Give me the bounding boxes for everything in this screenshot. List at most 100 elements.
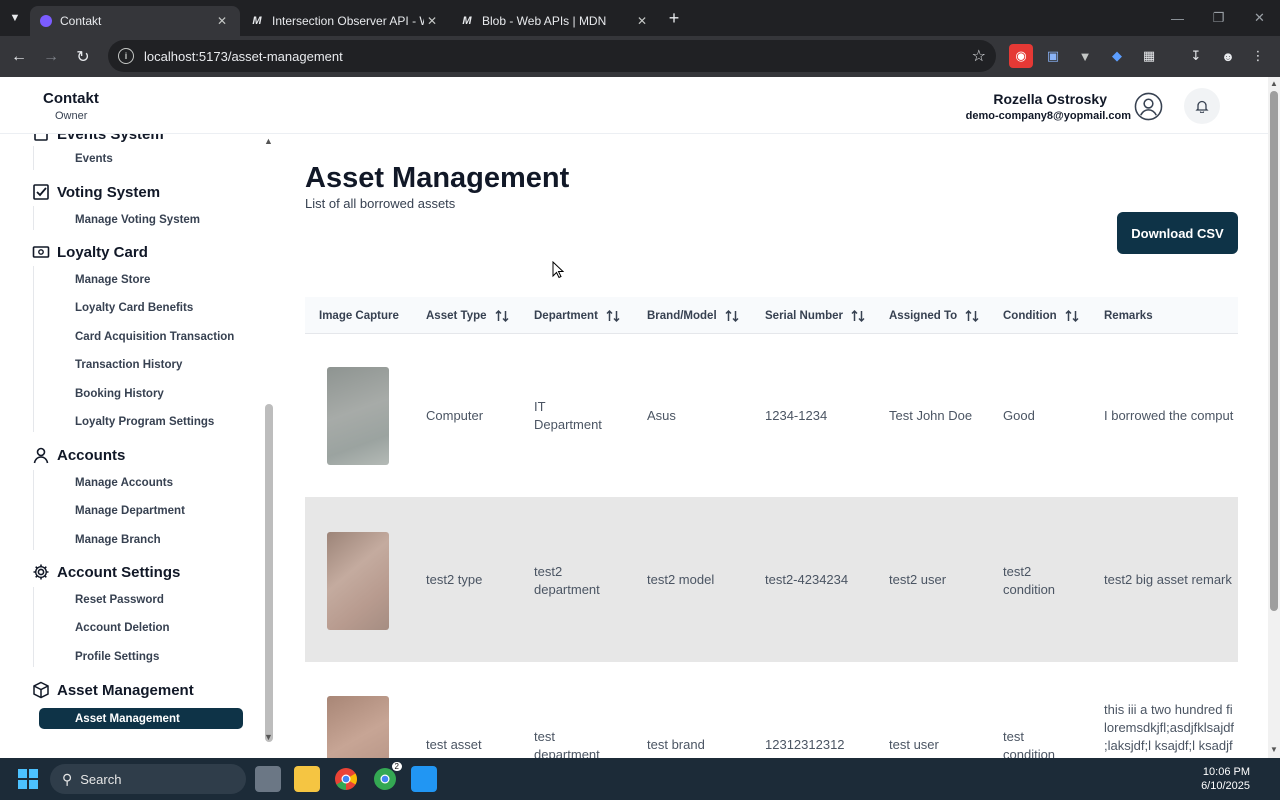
main-scroll-thumb[interactable] — [1270, 91, 1278, 611]
new-tab-plus-icon[interactable]: + — [660, 8, 688, 29]
os-taskbar: ⚲ Search 2 10:06 PM 6/10/2025 — [0, 758, 1280, 800]
tab-blob[interactable]: M Blob - Web APIs | MDN ✕ — [450, 6, 660, 36]
table-row[interactable]: test asset test department test brand 123… — [305, 662, 1238, 758]
taskbar-search[interactable]: ⚲ Search — [50, 764, 246, 794]
cell-assigned-to: Test John Doe — [889, 408, 973, 423]
sidebar-item-events[interactable]: Events — [75, 153, 113, 165]
extension-red-icon[interactable]: ◉ — [1009, 44, 1033, 68]
close-tab-icon[interactable]: ✕ — [634, 14, 650, 28]
extension-blue-icon[interactable]: ◆ — [1105, 44, 1129, 68]
sort-icon[interactable] — [605, 308, 621, 324]
taskbar-search-label: Search — [80, 771, 122, 787]
column-header-brand-model[interactable]: Brand/Model — [647, 297, 740, 334]
sidebar-item-account-deletion[interactable]: Account Deletion — [75, 622, 170, 634]
back-arrow-icon[interactable]: ← — [3, 41, 35, 73]
tab-contakt[interactable]: Contakt ✕ — [30, 6, 240, 36]
sidebar-scroll-thumb[interactable] — [265, 404, 273, 742]
sidebar-section-asset-management[interactable]: Asset Management — [31, 680, 194, 700]
sidebar-item-manage-department[interactable]: Manage Department — [75, 505, 185, 517]
bell-icon — [1195, 100, 1209, 113]
column-header-serial-number[interactable]: Serial Number — [765, 297, 866, 334]
cell-assigned-to: test2 user — [889, 572, 947, 587]
sidebar-section-accounts[interactable]: Accounts — [31, 445, 125, 465]
notification-bell-button[interactable] — [1184, 88, 1220, 124]
sidebar-item-card-acquisition-transaction[interactable]: Card Acquisition Transaction — [75, 331, 234, 343]
system-clock[interactable]: 10:06 PM 6/10/2025 — [1201, 765, 1250, 793]
asset-image-capture[interactable] — [327, 367, 389, 465]
extension-vue-icon[interactable]: ▼ — [1073, 44, 1097, 68]
notepad-icon[interactable] — [411, 766, 437, 792]
column-header-asset-type[interactable]: Asset Type — [426, 297, 510, 334]
sort-icon[interactable] — [724, 308, 740, 324]
sidebar-item-booking-history[interactable]: Booking History — [75, 388, 164, 400]
minimize-icon[interactable]: — — [1157, 0, 1198, 36]
scroll-down-arrow-icon[interactable]: ▼ — [264, 732, 273, 742]
downloads-icon[interactable]: ↧ — [1184, 44, 1208, 68]
sidebar-item-loyalty-card-benefits[interactable]: Loyalty Card Benefits — [75, 302, 193, 314]
main-scrollbar[interactable]: ▲ ▼ — [1268, 77, 1280, 758]
address-url[interactable]: localhost:5173/asset-management — [144, 49, 972, 64]
sort-icon[interactable] — [1064, 308, 1080, 324]
sort-icon[interactable] — [964, 308, 980, 324]
sidebar-item-transaction-history[interactable]: Transaction History — [75, 359, 182, 371]
user-name: Rozella Ostrosky — [993, 91, 1107, 107]
asset-image-capture[interactable] — [327, 532, 389, 630]
table-header: Image Capture Asset Type Department Bran… — [305, 297, 1238, 334]
profile-icon[interactable]: ☻ — [1216, 44, 1240, 68]
sort-icon[interactable] — [494, 308, 510, 324]
tab-search-icon[interactable]: ▼ — [0, 0, 30, 36]
tab-intersection-observer[interactable]: M Intersection Observer API - Web ✕ — [240, 6, 450, 36]
scroll-up-arrow-icon[interactable]: ▲ — [1270, 79, 1278, 88]
bookmark-star-icon[interactable]: ☆ — [972, 46, 986, 66]
chrome-profile-icon[interactable]: 2 — [372, 762, 402, 792]
table-row[interactable]: Computer IT Department Asus 1234-1234 Tes… — [305, 334, 1238, 497]
table-row[interactable]: test2 type test2 department test2 model t… — [305, 497, 1238, 662]
download-csv-button[interactable]: Download CSV — [1117, 212, 1238, 254]
asset-image-capture[interactable] — [327, 696, 389, 758]
loyalty-card-icon — [31, 242, 51, 262]
user-icon — [31, 445, 51, 465]
cell-condition: test condition — [1003, 729, 1056, 758]
browser-menu-icon[interactable]: ⋮ — [1246, 44, 1270, 68]
cell-brand-model: test brand — [647, 737, 705, 752]
scroll-up-arrow-icon[interactable]: ▲ — [264, 136, 273, 146]
sidebar-item-reset-password[interactable]: Reset Password — [75, 594, 164, 606]
task-view-icon[interactable] — [255, 766, 281, 792]
close-tab-icon[interactable]: ✕ — [424, 14, 440, 28]
forward-arrow-icon[interactable]: → — [35, 41, 67, 73]
user-avatar-icon[interactable] — [1134, 92, 1163, 121]
file-explorer-icon[interactable] — [294, 766, 320, 792]
column-header-assigned-to[interactable]: Assigned To — [889, 297, 980, 334]
clock-time: 10:06 PM — [1202, 766, 1250, 778]
sidebar-item-manage-accounts[interactable]: Manage Accounts — [75, 477, 173, 489]
sort-icon[interactable] — [850, 308, 866, 324]
sidebar-item-profile-settings[interactable]: Profile Settings — [75, 651, 159, 663]
sidebar-item-manage-branch[interactable]: Manage Branch — [75, 534, 161, 546]
reload-icon[interactable]: ↻ — [67, 41, 99, 73]
cell-asset-type: Computer — [426, 408, 484, 423]
sidebar-section-voting-system[interactable]: Voting System — [31, 182, 160, 202]
extension-docs-icon[interactable]: ▣ — [1041, 44, 1065, 68]
address-bar[interactable]: i localhost:5173/asset-management ☆ — [108, 40, 996, 72]
sidebar-scrollbar[interactable]: ▲ ▼ — [260, 134, 278, 758]
extensions-puzzle-icon[interactable]: ▦ — [1137, 44, 1161, 68]
column-header-condition[interactable]: Condition — [1003, 297, 1080, 334]
sidebar-item-manage-store[interactable]: Manage Store — [75, 274, 150, 286]
site-info-icon[interactable]: i — [118, 48, 134, 64]
sidebar-section-account-settings[interactable]: Account Settings — [31, 562, 180, 582]
sidebar-item-asset-management[interactable]: Asset Management — [39, 708, 243, 729]
close-window-icon[interactable]: ✕ — [1239, 0, 1280, 36]
user-role: Owner — [55, 110, 88, 122]
cell-remarks: I borrowed the comput — [1104, 408, 1234, 423]
scroll-down-arrow-icon[interactable]: ▼ — [1270, 745, 1278, 754]
sidebar-section-events-system[interactable]: Events System — [31, 134, 164, 144]
restore-icon[interactable]: ❐ — [1198, 0, 1239, 36]
windows-start-icon[interactable] — [18, 769, 38, 789]
window-controls: — ❐ ✕ — [1157, 0, 1280, 36]
chrome-icon[interactable] — [333, 766, 359, 792]
sidebar-item-loyalty-program-settings[interactable]: Loyalty Program Settings — [75, 416, 214, 428]
close-tab-icon[interactable]: ✕ — [214, 14, 230, 28]
column-header-department[interactable]: Department — [534, 297, 621, 334]
sidebar-section-loyalty-card[interactable]: Loyalty Card — [31, 242, 148, 262]
sidebar-item-manage-voting-system[interactable]: Manage Voting System — [75, 214, 200, 226]
